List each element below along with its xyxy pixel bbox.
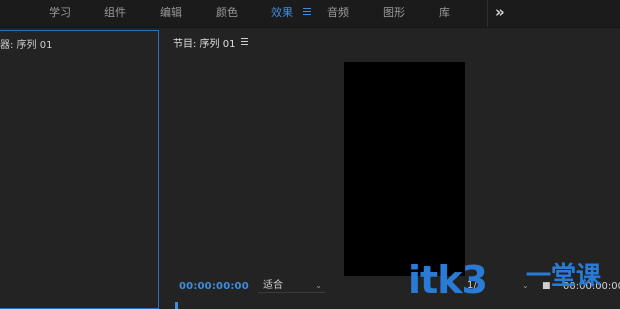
playhead-marker[interactable] [175,302,178,309]
hamburger-icon[interactable] [241,38,248,46]
premiere-window: 学习 组件 编辑 颜色 效果 音频 图形 库 » 器: 序列 01 节目: 序列… [0,0,620,309]
tab-color[interactable]: 颜色 [216,0,238,27]
playhead-timecode[interactable]: 00:00:00:00 [179,281,249,292]
source-monitor-panel[interactable]: 器: 序列 01 [0,30,159,309]
tab-effects-menu-icon[interactable] [303,6,311,18]
tab-effects[interactable]: 效果 [271,0,293,27]
video-preview [344,62,465,276]
watermark-cjk: 一堂课 [526,261,602,290]
tab-learning[interactable]: 学习 [49,0,71,27]
tab-graphics[interactable]: 图形 [383,0,405,27]
watermark-latin: itk3 [408,258,488,302]
tab-divider [487,0,488,27]
source-panel-title[interactable]: 器: 序列 01 [0,36,52,51]
tab-audio[interactable]: 音频 [327,0,349,27]
zoom-fit-select[interactable]: 适合 ⌄ [258,279,325,293]
tab-assembly[interactable]: 组件 [104,0,126,27]
overflow-chevron-icon[interactable]: » [495,0,505,27]
zoom-fit-value: 适合 [263,280,283,291]
workspace-bar: 学习 组件 编辑 颜色 效果 音频 图形 库 » [0,0,620,28]
program-panel-title[interactable]: 节目: 序列 01 [173,35,235,50]
chevron-down-icon: ⌄ [315,281,322,290]
tab-editing[interactable]: 编辑 [160,0,182,27]
tab-libraries[interactable]: 库 [439,0,450,27]
